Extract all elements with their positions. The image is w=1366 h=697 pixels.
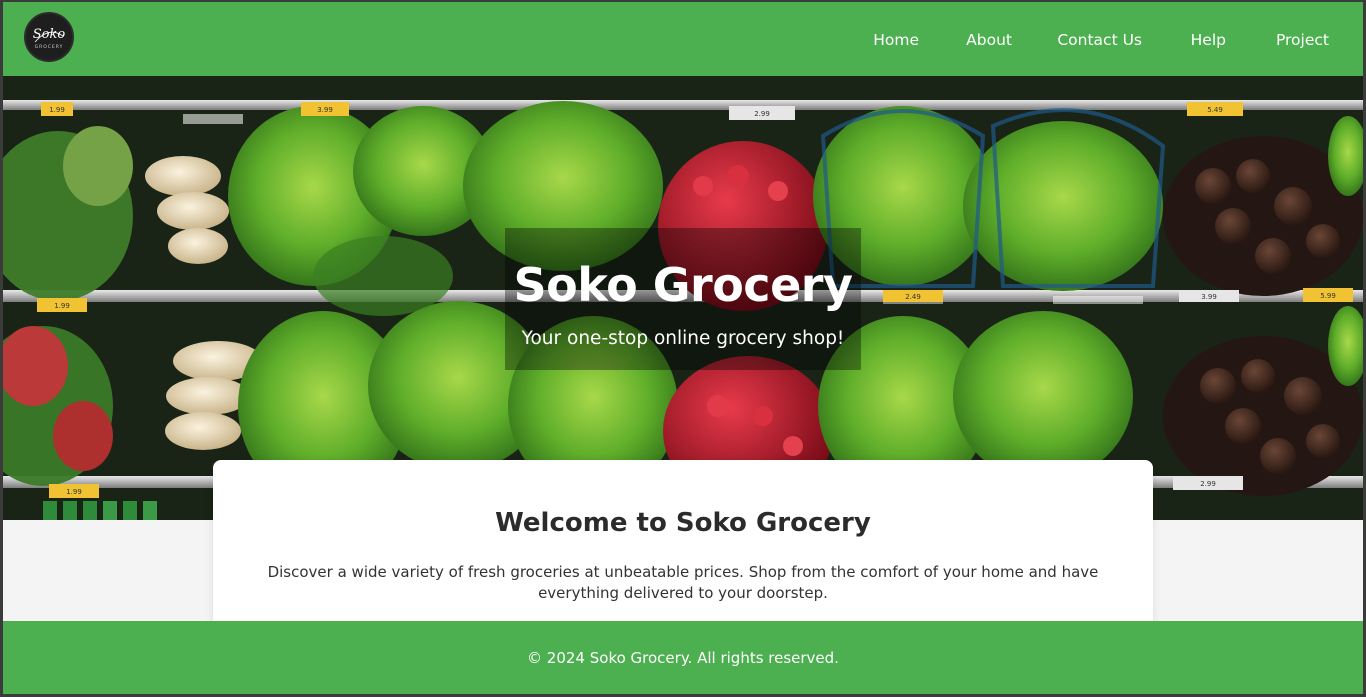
page: Soko GROCERY Home About Contact Us Help … [3, 2, 1363, 694]
price-tag: 3.99 [317, 106, 333, 114]
price-tag: 3.99 [1201, 293, 1217, 301]
logo-subtext: GROCERY [35, 44, 64, 50]
nav-project[interactable]: Project [1276, 31, 1329, 49]
nav-help[interactable]: Help [1191, 31, 1226, 49]
copyright-text: © 2024 Soko Grocery. All rights reserved… [527, 649, 839, 667]
price-tag: 2.99 [754, 110, 770, 118]
logo-icon: Soko GROCERY [33, 27, 66, 50]
welcome-heading: Welcome to Soko Grocery [495, 508, 871, 538]
hero-title: Soko Grocery [513, 258, 853, 312]
brand-logo[interactable]: Soko GROCERY [24, 12, 74, 62]
nav-about[interactable]: About [966, 31, 1012, 49]
nav-home[interactable]: Home [873, 31, 919, 49]
hero-overlay: Soko Grocery Your one-stop online grocer… [505, 228, 861, 370]
price-tag: 1.99 [66, 488, 82, 496]
site-header: Soko GROCERY Home About Contact Us Help … [3, 2, 1363, 76]
price-tag: 2.99 [1200, 480, 1216, 488]
price-tag: 2.49 [905, 293, 921, 301]
price-tag: 5.99 [1320, 292, 1336, 300]
welcome-text: Discover a wide variety of fresh groceri… [267, 563, 1099, 602]
hero-banner: 1.99 3.99 2.99 5.49 1.99 2.49 3.99 5.99 … [3, 76, 1363, 520]
price-tag: 1.99 [54, 302, 70, 310]
price-tag: 1.99 [49, 106, 65, 114]
site-footer: © 2024 Soko Grocery. All rights reserved… [3, 621, 1363, 694]
price-tag: 5.49 [1207, 106, 1223, 114]
hero-subtitle: Your one-stop online grocery shop! [521, 328, 845, 349]
nav-contact-us[interactable]: Contact Us [1057, 31, 1142, 49]
